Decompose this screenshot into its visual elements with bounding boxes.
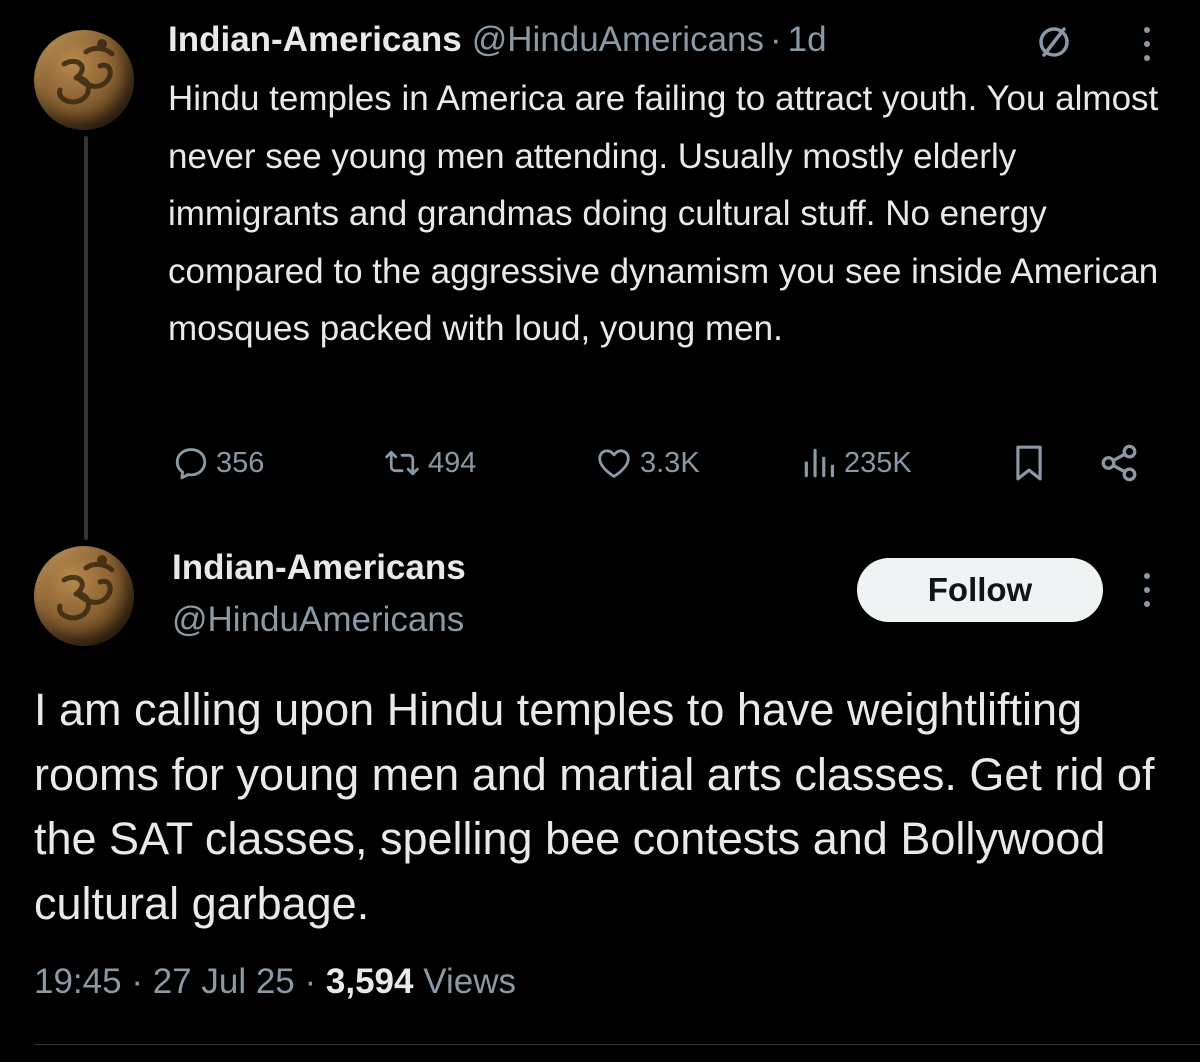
parent-tweet-header: Indian-Americans @HinduAmericans · 1d — [168, 16, 827, 64]
share-button[interactable] — [1098, 438, 1140, 488]
parent-display-name[interactable]: Indian-Americans — [168, 20, 462, 60]
tweet-date[interactable]: 27 Jul 25 — [153, 962, 295, 1001]
heart-icon — [598, 449, 630, 478]
main-tweet-text: I am calling upon Hindu temples to have … — [34, 684, 1155, 929]
repost-button[interactable]: 494 — [382, 438, 476, 488]
parent-tweet-text: Hindu temples in America are failing to … — [168, 79, 1159, 348]
like-count: 3.3K — [640, 446, 700, 479]
share-icon — [1101, 444, 1137, 482]
parent-timestamp[interactable]: 1d — [788, 20, 827, 60]
om-symbol-icon — [57, 555, 115, 621]
parent-handle[interactable]: @HinduAmericans — [472, 20, 764, 60]
header-separator: · — [770, 20, 782, 59]
parent-tweet-avatar[interactable] — [34, 30, 134, 130]
reply-button[interactable]: 356 — [172, 438, 264, 488]
main-tweet-avatar[interactable] — [34, 546, 134, 646]
repost-icon — [385, 450, 419, 476]
reply-icon — [175, 448, 207, 480]
meta-separator: · — [131, 962, 143, 1001]
main-more-options-icon[interactable] — [1140, 570, 1154, 610]
bookmark-button[interactable] — [1010, 438, 1048, 488]
views-button[interactable]: 235K — [800, 438, 912, 488]
analytics-icon — [804, 448, 835, 478]
views-label: Views — [423, 962, 516, 1001]
parent-more-options-icon[interactable] — [1140, 24, 1154, 64]
parent-action-bar: 356 494 3.3K 235K — [168, 438, 1148, 488]
follow-button[interactable]: Follow — [857, 558, 1103, 622]
meta-separator: · — [304, 962, 317, 1001]
repost-count: 494 — [428, 446, 477, 479]
thread-connector-line — [84, 136, 88, 540]
like-button[interactable]: 3.3K — [594, 438, 700, 488]
bottom-divider — [34, 1044, 1200, 1045]
views-count: 235K — [844, 446, 912, 479]
tweet-time[interactable]: 19:45 — [34, 962, 122, 1001]
om-symbol-icon — [57, 39, 115, 105]
limited-visibility-icon[interactable] — [1034, 22, 1074, 62]
main-display-name[interactable]: Indian-Americans — [172, 548, 466, 588]
main-handle[interactable]: @HinduAmericans — [172, 600, 464, 640]
bookmark-icon — [1016, 445, 1042, 481]
views-count-main: 3,594 — [325, 962, 414, 1001]
reply-count: 356 — [216, 446, 265, 479]
main-tweet-meta: 19:45 · 27 Jul 25 · 3,594 Views — [34, 962, 516, 1002]
